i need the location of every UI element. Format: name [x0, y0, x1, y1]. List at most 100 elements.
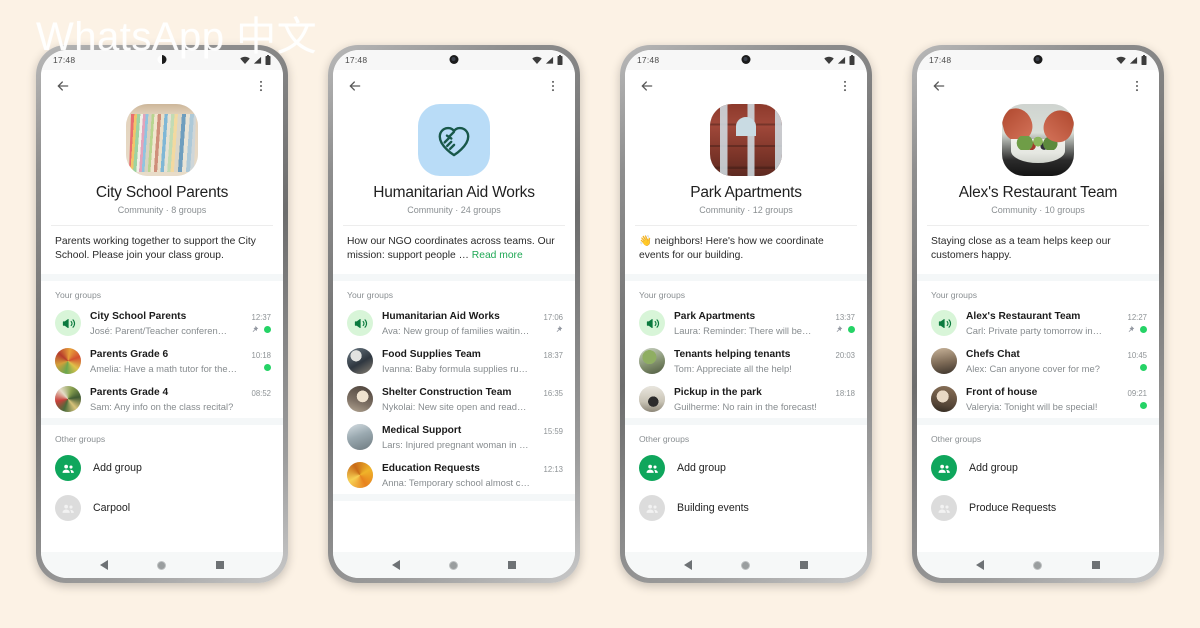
app-bar [917, 70, 1159, 102]
overflow-menu-icon[interactable] [1127, 76, 1147, 96]
section-separator [333, 494, 575, 501]
group-name: Shelter Construction Team [382, 386, 512, 398]
group-row-meta: 20:03 [831, 351, 855, 372]
status-indicators [1116, 55, 1147, 65]
signal-icon [837, 56, 846, 65]
nav-home-icon[interactable] [449, 560, 459, 570]
nav-recents-icon[interactable] [800, 561, 809, 569]
group-name: Medical Support [382, 424, 462, 436]
group-row[interactable]: Parents Grade 6 Amelia: Have a math tutor… [41, 342, 283, 380]
nav-back-icon[interactable] [683, 560, 692, 570]
group-row-meta: 12:37 [246, 313, 271, 334]
group-row[interactable]: Park Apartments Laura: Reminder: There wi… [625, 304, 867, 342]
nav-back-icon[interactable] [975, 560, 984, 570]
community-avatar-photo [126, 104, 198, 176]
other-group-label: Carpool [93, 502, 131, 514]
group-avatar-photo [931, 386, 957, 412]
group-last-message: José: Parent/Teacher conferen… [90, 324, 228, 336]
battery-icon [1141, 55, 1147, 65]
phone-mockup-park-apartments: 17:48 Park Apartments Community · 12 group… [620, 45, 872, 583]
wifi-icon [532, 56, 542, 65]
nav-recents-icon[interactable] [216, 561, 225, 569]
pin-icon [554, 325, 563, 334]
section-label-other-groups: Other groups [625, 425, 867, 448]
nav-recents-icon[interactable] [1092, 561, 1101, 569]
group-row[interactable]: Alex's Restaurant Team Carl: Private part… [917, 304, 1159, 342]
nav-home-icon[interactable] [741, 560, 751, 570]
group-last-message: Lars: Injured pregnant woman in need… [382, 438, 530, 450]
overflow-menu-icon[interactable] [251, 76, 271, 96]
other-group-row[interactable]: Carpool [41, 488, 283, 528]
group-row[interactable]: Front of house Valeryia: Tonight will be … [917, 380, 1159, 418]
community-avatar[interactable] [710, 104, 782, 176]
add-group-row[interactable]: Add group [41, 448, 283, 488]
group-row[interactable]: Medical Support Lars: Injured pregnant wo… [333, 418, 575, 456]
group-placeholder-icon [639, 495, 665, 521]
community-description-text: Staying close as a team helps keep our c… [931, 236, 1111, 261]
overflow-menu-icon[interactable] [543, 76, 563, 96]
group-list: Alex's Restaurant Team Carl: Private part… [917, 304, 1159, 552]
group-name: Food Supplies Team [382, 348, 481, 360]
unread-badge [264, 363, 271, 371]
android-nav-bar [333, 552, 575, 578]
arrow-left-icon[interactable] [637, 76, 657, 96]
front-camera-icon [1033, 55, 1043, 64]
group-row[interactable]: Humanitarian Aid Works Ava: New group of … [333, 304, 575, 342]
section-label-your-groups: Your groups [333, 281, 575, 304]
arrow-left-icon[interactable] [929, 76, 949, 96]
group-row[interactable]: Food Supplies Team Ivanna: Baby formula s… [333, 342, 575, 380]
arrow-left-icon[interactable] [345, 76, 365, 96]
group-avatar [347, 348, 373, 374]
nav-home-icon[interactable] [1033, 560, 1043, 570]
group-row[interactable]: City School Parents José: Parent/Teacher … [41, 304, 283, 342]
community-avatar[interactable] [418, 104, 490, 176]
nav-back-icon[interactable] [391, 560, 400, 570]
other-group-row[interactable]: Produce Requests [917, 488, 1159, 528]
group-badges [554, 325, 563, 334]
group-last-message: Sam: Any info on the class recital? [90, 400, 234, 412]
add-group-row[interactable]: Add group [625, 448, 867, 488]
megaphone-icon [645, 316, 660, 331]
nav-home-icon[interactable] [157, 560, 167, 570]
app-bar [625, 70, 867, 102]
read-more-link[interactable]: Read more [472, 250, 523, 261]
group-badges [264, 363, 271, 372]
group-row-body: Pickup in the park Guilherme: No rain in … [674, 386, 822, 413]
group-row-meta: 09:21 [1123, 389, 1147, 410]
community-avatar[interactable] [126, 104, 198, 176]
add-group-label: Add group [969, 462, 1018, 474]
group-row[interactable]: Education Requests Anna: Temporary school… [333, 456, 575, 494]
heart-handshake-icon [432, 118, 476, 162]
group-timestamp: 12:27 [1127, 312, 1147, 322]
group-badges [1140, 363, 1147, 372]
section-separator [625, 274, 867, 281]
group-row[interactable]: Parents Grade 4 Sam: Any info on the clas… [41, 380, 283, 418]
other-group-label: Produce Requests [969, 502, 1057, 514]
group-name: Chefs Chat [966, 348, 1020, 360]
wifi-icon [824, 56, 834, 65]
phone-mockup-city-school-parents: 17:48 City School Parents Community · 8 gr… [36, 45, 288, 583]
status-clock: 17:48 [929, 55, 952, 65]
community-description: How our NGO coordinates across teams. Ou… [333, 226, 575, 274]
group-row[interactable]: Shelter Construction Team Nykolai: New si… [333, 380, 575, 418]
group-row[interactable]: Pickup in the park Guilherme: No rain in … [625, 380, 867, 418]
group-timestamp: 12:37 [251, 312, 271, 322]
status-clock: 17:48 [345, 55, 368, 65]
nav-back-icon[interactable] [99, 560, 108, 570]
group-row[interactable]: Tenants helping tenants Tom: Appreciate a… [625, 342, 867, 380]
group-last-message: Carl: Private party tomorrow in… [966, 324, 1102, 336]
other-group-row[interactable]: Building events [625, 488, 867, 528]
community-avatar[interactable] [1002, 104, 1074, 176]
nav-recents-icon[interactable] [508, 561, 517, 569]
add-group-row[interactable]: Add group [917, 448, 1159, 488]
overflow-menu-icon[interactable] [835, 76, 855, 96]
group-badges [834, 325, 855, 334]
group-row-meta: 12:27 [1122, 313, 1147, 334]
group-row[interactable]: Chefs Chat Alex: Can anyone cover for me?… [917, 342, 1159, 380]
arrow-left-icon[interactable] [53, 76, 73, 96]
signal-icon [1129, 56, 1138, 65]
community-header: Alex's Restaurant Team Community · 10 gro… [917, 102, 1159, 225]
group-row-body: Parents Grade 4 Sam: Any info on the clas… [90, 386, 238, 413]
group-placeholder-icon [55, 495, 81, 521]
battery-icon [557, 55, 563, 65]
